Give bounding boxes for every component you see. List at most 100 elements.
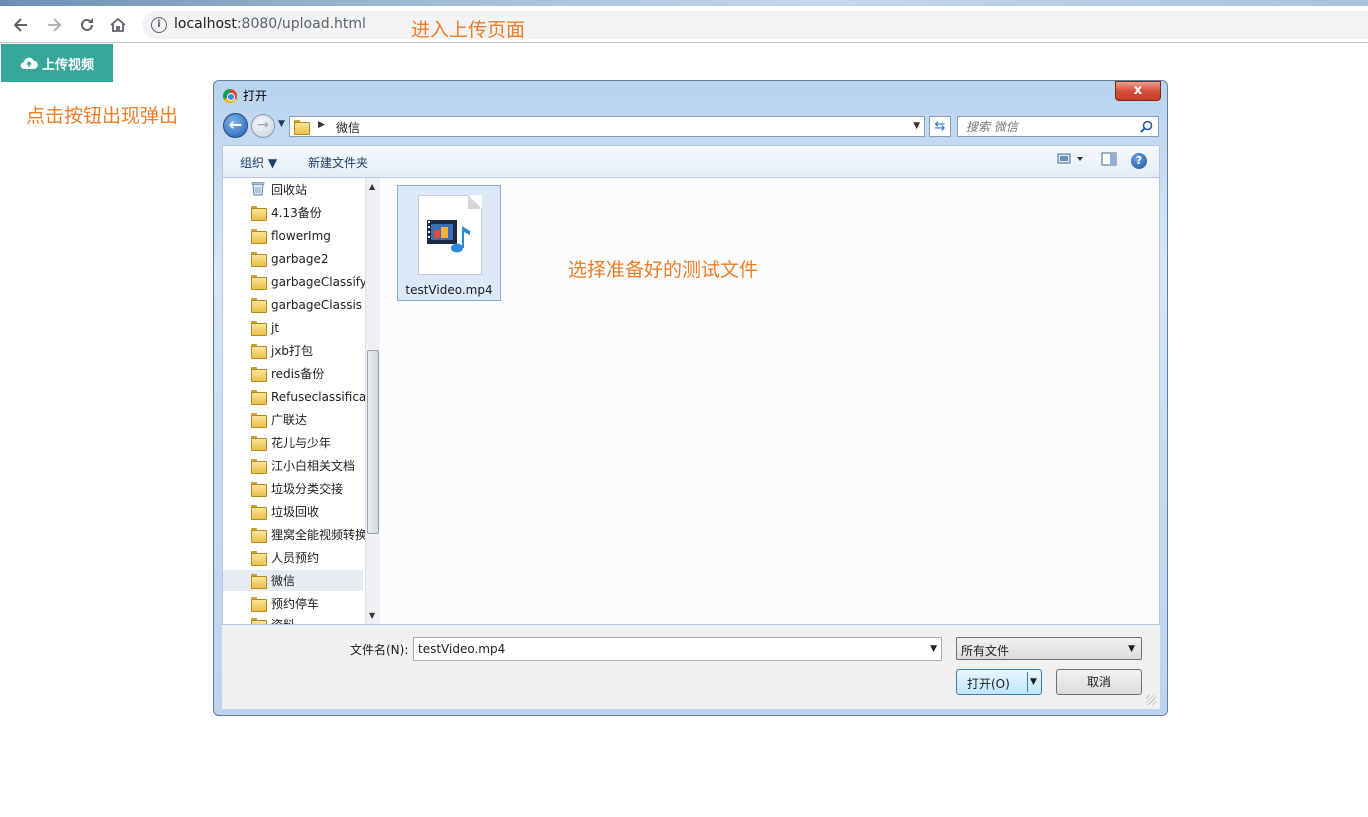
close-button[interactable]: x	[1115, 81, 1161, 101]
nav-item-label: 江小白相关文档	[271, 459, 356, 473]
nav-item-label: 花儿与少年	[271, 436, 332, 450]
open-button-label: 打开(O)	[967, 677, 1010, 691]
nav-item-folder[interactable]: 资料	[251, 614, 380, 624]
path-dropdown-icon[interactable]: ▼	[913, 121, 920, 131]
new-folder-button[interactable]: 新建文件夹	[308, 154, 368, 171]
scrollbar-thumb[interactable]	[367, 350, 379, 534]
history-dropdown-icon[interactable]: ▼	[278, 119, 285, 129]
forward-arrow-icon[interactable]	[43, 14, 65, 36]
nav-item-label: 回收站	[271, 183, 308, 197]
browser-toolbar: i localhost:8080/upload.html	[0, 6, 1368, 43]
nav-item-folder[interactable]: 江小白相关文档	[251, 455, 380, 476]
dialog-body: 回收站 4.13备份 flowerImg garbage2 garbageCla…	[222, 177, 1160, 625]
nav-item-folder[interactable]: 4.13备份	[251, 202, 380, 223]
scroll-up-icon[interactable]: ▲	[369, 182, 375, 191]
nav-item-folder[interactable]: flowerImg	[251, 225, 380, 246]
home-icon[interactable]	[107, 14, 129, 36]
nav-item-folder-selected[interactable]: 微信	[223, 570, 363, 591]
nav-item-label: jxb打包	[271, 344, 314, 358]
organize-menu[interactable]: 组织 ▼	[240, 154, 277, 171]
nav-item-label: 人员预约	[271, 551, 320, 565]
file-type-select[interactable]: 所有文件 ▼	[956, 637, 1142, 660]
file-name-label: testVideo.mp4	[405, 283, 493, 297]
nav-item-label: 广联达	[271, 413, 308, 427]
nav-item-label: redis备份	[271, 367, 325, 381]
breadcrumb-arrow-icon[interactable]: ▶	[318, 120, 325, 130]
nav-item-folder[interactable]: 狸窝全能视频转换	[251, 524, 380, 545]
chrome-icon	[223, 88, 237, 103]
back-arrow-icon[interactable]	[10, 14, 32, 36]
nav-item-label: Refuseclassifica	[271, 389, 367, 404]
path-breadcrumb[interactable]: ▶ 微信 ▼	[289, 116, 925, 137]
nav-item-label: garbage2	[271, 251, 329, 266]
nav-item-folder[interactable]: 垃圾回收	[251, 501, 380, 522]
open-dropdown-icon[interactable]: ▼	[1030, 677, 1037, 687]
reload-icon[interactable]	[76, 14, 98, 36]
file-list-pane: testVideo.mp4	[381, 178, 1159, 624]
folder-icon	[251, 482, 267, 497]
split-divider	[1027, 672, 1028, 692]
filename-value: testVideo.mp4	[418, 642, 506, 656]
breadcrumb-folder[interactable]: 微信	[336, 119, 360, 136]
folder-icon	[251, 436, 267, 451]
nav-item-recycle-bin[interactable]: 回收站	[251, 179, 380, 200]
address-bar[interactable]: i localhost:8080/upload.html	[142, 11, 1368, 39]
nav-item-folder[interactable]: garbageClassis	[251, 294, 380, 315]
recycle-bin-icon	[251, 181, 265, 199]
folder-icon	[251, 344, 267, 359]
upload-video-button[interactable]: 上传视频	[1, 44, 113, 82]
nav-item-folder[interactable]: garbageClassify	[251, 271, 380, 292]
refresh-icon[interactable]: ⇆	[929, 116, 951, 137]
file-type-dropdown-icon[interactable]: ▼	[1128, 644, 1135, 654]
nav-item-folder[interactable]: jxb打包	[251, 340, 380, 361]
upload-video-label: 上传视频	[41, 57, 94, 73]
folder-icon	[251, 367, 267, 382]
filename-label: 文件名(N):	[350, 643, 409, 657]
cancel-button[interactable]: 取消	[1056, 669, 1142, 695]
nav-item-label: 4.13备份	[271, 206, 322, 220]
dialog-title: 打开	[223, 87, 267, 104]
nav-item-folder[interactable]: Refuseclassifica	[251, 386, 380, 407]
folder-icon	[251, 574, 267, 589]
preview-pane-icon[interactable]	[1101, 152, 1117, 169]
dialog-title-text: 打开	[243, 89, 268, 103]
folder-icon	[251, 618, 267, 624]
nav-item-label: jt	[271, 320, 280, 335]
back-icon[interactable]: ←	[223, 113, 248, 138]
nav-item-folder[interactable]: jt	[251, 317, 380, 338]
nav-item-folder[interactable]: redis备份	[251, 363, 380, 384]
nav-item-folder[interactable]: 广联达	[251, 409, 380, 430]
filename-dropdown-icon[interactable]: ▼	[930, 644, 937, 654]
nav-item-label: flowerImg	[271, 228, 331, 243]
nav-item-folder[interactable]: 人员预约	[251, 547, 380, 568]
search-input[interactable]	[958, 117, 1128, 136]
file-item-selected[interactable]: testVideo.mp4	[397, 185, 501, 301]
folder-icon	[251, 413, 267, 428]
folder-icon	[251, 505, 267, 520]
help-icon[interactable]: ?	[1131, 152, 1147, 169]
view-options-icon[interactable]	[1057, 153, 1087, 168]
nav-item-label: 微信	[271, 574, 296, 588]
nav-scrollbar[interactable]: ▲ ▼	[365, 178, 380, 624]
dialog-footer: 文件名(N): testVideo.mp4 ▼ 所有文件 ▼ 打开(O) ▼ 取…	[222, 625, 1160, 709]
filename-field[interactable]: testVideo.mp4 ▼	[413, 637, 942, 661]
nav-item-label: 垃圾回收	[271, 505, 320, 519]
site-info-icon[interactable]: i	[151, 17, 167, 33]
search-icon[interactable]	[1140, 120, 1153, 136]
nav-item-folder[interactable]: 垃圾分类交接	[251, 478, 380, 499]
url-text[interactable]: localhost:8080/upload.html	[174, 16, 366, 32]
nav-item-label: 预约停车	[271, 597, 320, 611]
folder-icon	[294, 120, 310, 135]
folder-icon	[251, 528, 267, 543]
resize-grip-icon[interactable]	[1146, 695, 1156, 705]
open-button[interactable]: 打开(O) ▼	[956, 669, 1042, 695]
search-box[interactable]	[957, 116, 1159, 137]
scroll-down-icon[interactable]: ▼	[369, 611, 375, 620]
folder-icon	[251, 390, 267, 405]
nav-item-folder[interactable]: 预约停车	[251, 593, 380, 614]
nav-item-folder[interactable]: garbage2	[251, 248, 380, 269]
folder-icon	[251, 252, 267, 267]
nav-item-label: garbageClassify	[271, 274, 367, 289]
nav-item-folder[interactable]: 花儿与少年	[251, 432, 380, 453]
forward-icon[interactable]: →	[251, 114, 275, 138]
